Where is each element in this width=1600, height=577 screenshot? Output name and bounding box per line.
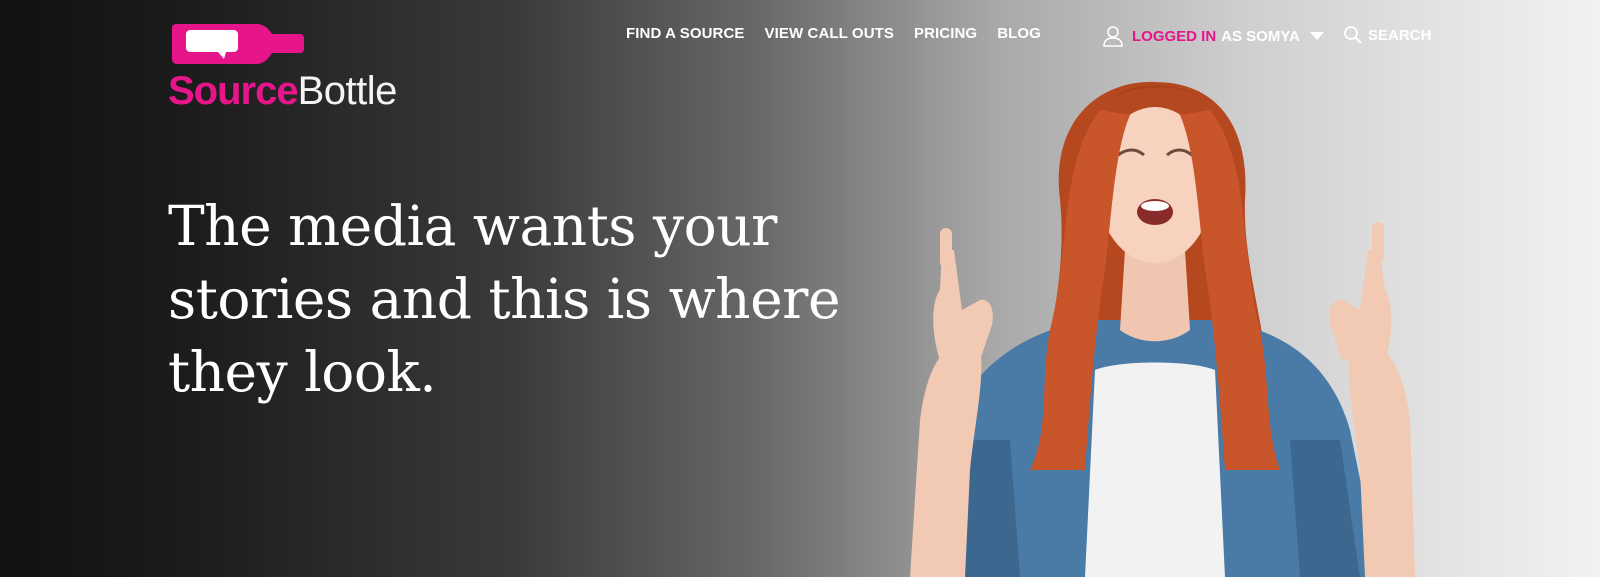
nav-item-view-call-outs[interactable]: VIEW CALL OUTS bbox=[765, 25, 894, 42]
search-button[interactable]: SEARCH bbox=[1343, 25, 1431, 45]
brand-wordmark: SourceBottle bbox=[168, 71, 397, 111]
brand-name-part1: Source bbox=[168, 69, 299, 113]
user-icon bbox=[1103, 26, 1123, 47]
search-label: SEARCH bbox=[1368, 26, 1432, 44]
user-menu[interactable]: LOGGED IN AS SOMYA bbox=[1102, 25, 1324, 47]
user-name-label: AS SOMYA bbox=[1221, 27, 1300, 45]
logged-in-label: LOGGED IN bbox=[1132, 27, 1217, 45]
nav-item-find-a-source[interactable]: FIND A SOURCE bbox=[626, 25, 745, 42]
brand-logo[interactable]: SourceBottle bbox=[168, 22, 418, 112]
main-nav: FIND A SOURCE VIEW CALL OUTS PRICING BLO… bbox=[626, 25, 1061, 42]
caret-down-icon[interactable] bbox=[1309, 31, 1324, 41]
hero-photo bbox=[910, 81, 1415, 577]
nav-item-pricing[interactable]: PRICING bbox=[914, 25, 977, 42]
search-icon bbox=[1344, 26, 1362, 44]
brand-name-part2: Bottle bbox=[297, 69, 398, 113]
hero-headline: The media wants your stories and this is… bbox=[168, 194, 841, 404]
bottle-logo-icon bbox=[172, 24, 304, 64]
nav-item-blog[interactable]: BLOG bbox=[997, 25, 1041, 42]
